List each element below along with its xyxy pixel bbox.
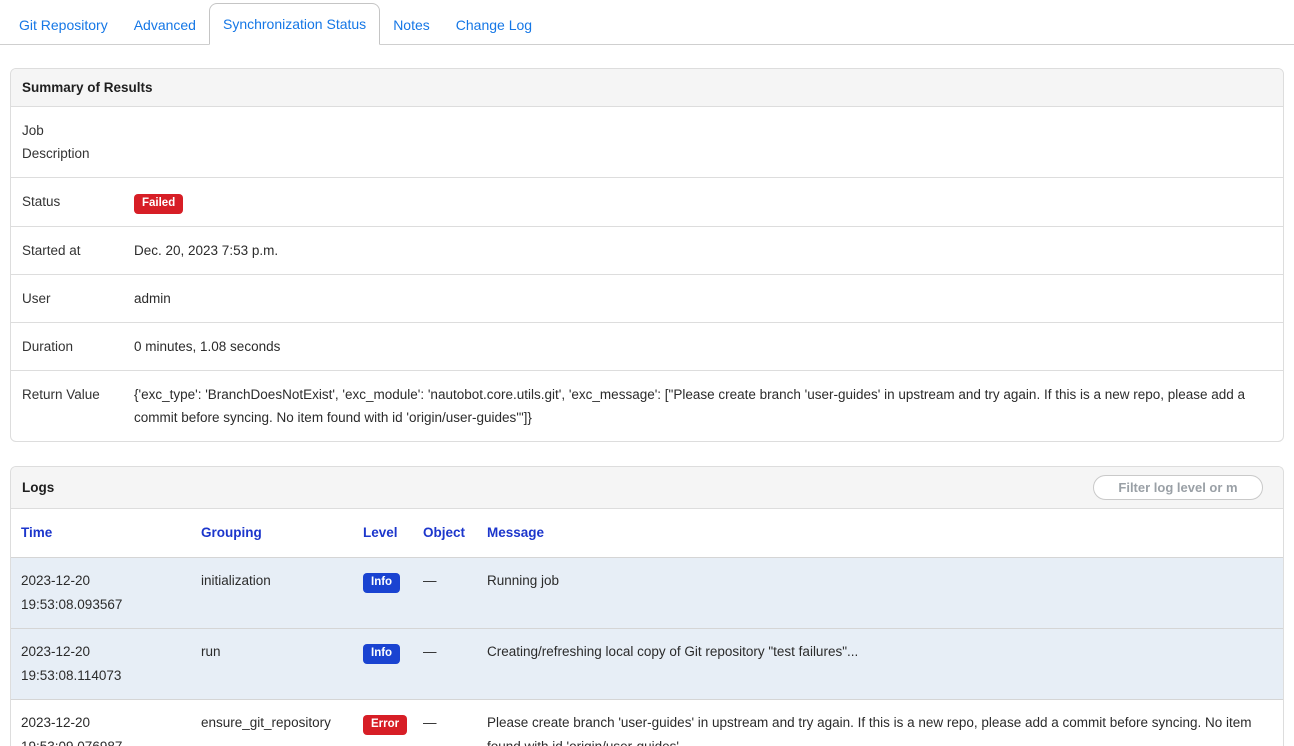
log-date: 2023-12-20 [21,711,191,735]
return-value-label: Return Value [11,371,134,442]
log-filter-input[interactable] [1093,475,1263,500]
tab-change-log[interactable]: Change Log [443,6,545,44]
summary-row-user: User admin [11,275,1283,323]
logs-panel-heading: Logs [11,467,1283,509]
description-label: Description [22,142,124,165]
user-value: admin [134,275,1283,323]
log-table: Time Grouping Level Object Message 2023-… [11,509,1283,746]
log-level-cell: Info [363,629,423,700]
log-level-cell: Error [363,700,423,746]
summary-row-job: Job Description [11,107,1283,178]
log-grouping: initialization [201,558,363,629]
log-level-info-badge: Info [363,644,400,664]
log-time-cell: 2023-12-20 19:53:09.076987 [11,700,201,746]
job-description-label-cell: Job Description [11,107,134,178]
duration-value: 0 minutes, 1.08 seconds [134,323,1283,371]
status-failed-badge: Failed [134,194,183,214]
return-value-text: {'exc_type': 'BranchDoesNotExist', 'exc_… [134,371,1283,442]
tab-git-repository[interactable]: Git Repository [6,6,121,44]
log-date: 2023-12-20 [21,640,191,664]
summary-row-started-at: Started at Dec. 20, 2023 7:53 p.m. [11,227,1283,275]
summary-row-return-value: Return Value {'exc_type': 'BranchDoesNot… [11,371,1283,442]
logs-panel-title: Logs [22,480,54,495]
column-header-time[interactable]: Time [21,525,52,540]
log-time: 19:53:08.114073 [21,664,191,688]
log-row-ensure-git-repository: 2023-12-20 19:53:09.076987 ensure_git_re… [11,700,1283,746]
log-table-header-row: Time Grouping Level Object Message [11,509,1283,558]
status-label: Status [11,178,134,227]
log-object: — [423,558,487,629]
logs-panel: Logs Time Grouping Level Object Message … [10,466,1284,746]
summary-row-status: Status Failed [11,178,1283,227]
log-object: — [423,700,487,746]
log-time: 19:53:09.076987 [21,735,191,746]
log-level-info-badge: Info [363,573,400,593]
summary-table: Job Description Status Failed Started at… [11,107,1283,441]
summary-row-duration: Duration 0 minutes, 1.08 seconds [11,323,1283,371]
log-message: Creating/refreshing local copy of Git re… [487,629,1283,700]
tab-advanced[interactable]: Advanced [121,6,209,44]
tab-synchronization-status[interactable]: Synchronization Status [209,3,380,45]
job-label: Job [22,119,124,142]
started-at-label: Started at [11,227,134,275]
summary-panel-title: Summary of Results [11,69,1283,107]
log-grouping: run [201,629,363,700]
tab-bar: Git Repository Advanced Synchronization … [0,0,1294,45]
column-header-object[interactable]: Object [423,525,465,540]
log-time-cell: 2023-12-20 19:53:08.093567 [11,558,201,629]
tab-notes[interactable]: Notes [380,6,443,44]
column-header-level[interactable]: Level [363,525,398,540]
summary-panel: Summary of Results Job Description Statu… [10,68,1284,442]
column-header-grouping[interactable]: Grouping [201,525,262,540]
log-date: 2023-12-20 [21,569,191,593]
log-time: 19:53:08.093567 [21,593,191,617]
column-header-message[interactable]: Message [487,525,544,540]
log-message: Please create branch 'user-guides' in up… [487,700,1283,746]
log-object: — [423,629,487,700]
log-grouping: ensure_git_repository [201,700,363,746]
log-time-cell: 2023-12-20 19:53:08.114073 [11,629,201,700]
log-row-run: 2023-12-20 19:53:08.114073 run Info — Cr… [11,629,1283,700]
job-description-value [134,107,1283,178]
log-level-cell: Info [363,558,423,629]
duration-label: Duration [11,323,134,371]
user-label: User [11,275,134,323]
log-message: Running job [487,558,1283,629]
started-at-value: Dec. 20, 2023 7:53 p.m. [134,227,1283,275]
status-value-cell: Failed [134,178,1283,227]
log-row-initialization: 2023-12-20 19:53:08.093567 initializatio… [11,558,1283,629]
log-level-error-badge: Error [363,715,407,735]
